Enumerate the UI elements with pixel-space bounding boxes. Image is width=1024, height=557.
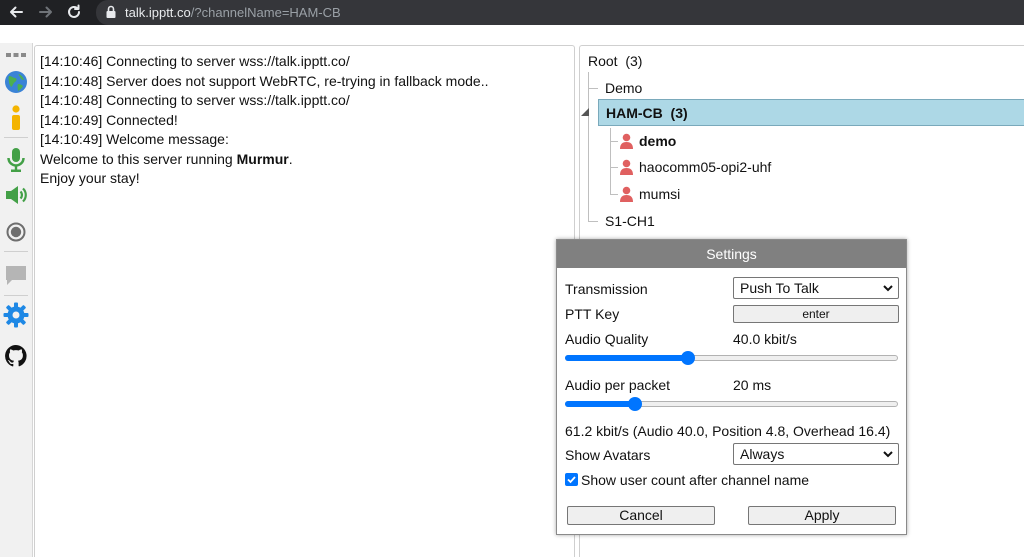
browser-toolbar: talk.ipptt.co/?channelName=HAM-CB: [0, 0, 1024, 25]
expand-triangle-icon[interactable]: [580, 107, 590, 117]
speaker-icon[interactable]: [3, 182, 29, 208]
user-haocomm[interactable]: haocomm05-opi2-uhf: [620, 158, 771, 176]
enjoy-message: Enjoy your stay!: [40, 170, 140, 186]
show-avatars-select[interactable]: Always: [733, 443, 899, 465]
toolbar-divider: [4, 295, 28, 296]
welcome-suffix: .: [288, 150, 293, 167]
show-user-count-label: Show user count after channel name: [581, 472, 810, 488]
user-icon: [620, 133, 633, 149]
lock-icon: [105, 5, 117, 24]
checkmark-icon: [567, 476, 576, 484]
more-icon[interactable]: [3, 45, 29, 65]
channel-ham-cb-selected[interactable]: HAM-CB (3): [598, 99, 1024, 126]
audio-quality-value: 40.0 kbit/s: [733, 331, 797, 347]
slider-fill: [565, 401, 635, 407]
slider-thumb[interactable]: [681, 351, 696, 365]
bitrate-summary: 61.2 kbit/s (Audio 40.0, Position 4.8, O…: [565, 423, 891, 439]
microphone-icon[interactable]: [3, 147, 29, 173]
globe-icon[interactable]: [3, 69, 29, 95]
channel-demo[interactable]: Demo: [605, 79, 642, 97]
url-host: talk.ipptt.co: [125, 5, 191, 20]
welcome-message: Welcome to this server running Murmur.: [40, 150, 569, 170]
cancel-button[interactable]: Cancel: [567, 506, 715, 525]
arrow-right-icon: [39, 6, 52, 18]
settings-dialog: Settings Transmission Push To Talk PTT K…: [556, 239, 907, 535]
channel-name: HAM-CB (3): [606, 104, 688, 122]
reload-icon: [68, 4, 80, 18]
chevron-down-icon: [883, 451, 893, 458]
url-path: /?channelName=HAM-CB: [190, 5, 341, 20]
tree-connector: [610, 128, 611, 194]
show-user-count-checkbox[interactable]: [565, 473, 578, 486]
toolbar-divider: [4, 251, 28, 252]
channel-s1-ch1[interactable]: S1-CH1: [605, 212, 655, 230]
user-demo[interactable]: demo: [620, 132, 676, 150]
tree-connector: [610, 167, 618, 168]
info-icon[interactable]: [3, 105, 29, 131]
reload-button[interactable]: [63, 1, 85, 23]
chevron-down-icon: [883, 285, 893, 292]
tree-connector: [588, 221, 598, 222]
user-name: haocomm05-opi2-uhf: [639, 159, 772, 175]
slider-thumb[interactable]: [627, 397, 642, 411]
transmission-label: Transmission: [565, 281, 648, 297]
apply-button[interactable]: Apply: [748, 506, 896, 525]
tree-connector: [588, 72, 589, 222]
user-mumsi[interactable]: mumsi: [620, 185, 680, 203]
audio-quality-slider[interactable]: [565, 350, 898, 366]
ptt-key-label: PTT Key: [565, 306, 620, 322]
toolbar-divider: [4, 137, 28, 138]
user-name: demo: [639, 133, 677, 149]
url-text[interactable]: talk.ipptt.co/?channelName=HAM-CB: [125, 5, 341, 20]
forward-button[interactable]: [35, 1, 57, 23]
chat-log: [14:10:46] Connecting to server wss://ta…: [34, 45, 575, 557]
dialog-title: Settings: [557, 240, 906, 268]
transmission-select[interactable]: Push To Talk: [733, 277, 899, 299]
selected-channel-name: HAM-CB: [606, 105, 663, 121]
log-line: [14:10:49] Welcome message:: [40, 131, 229, 147]
arrow-left-icon: [10, 6, 23, 18]
left-toolbar: [0, 43, 33, 557]
slider-fill: [565, 355, 689, 361]
audio-per-packet-slider[interactable]: [565, 396, 898, 412]
selected-channel-count: (3): [670, 105, 688, 121]
show-avatars-value: Always: [740, 446, 785, 462]
record-icon[interactable]: [3, 219, 29, 245]
back-button[interactable]: [5, 1, 27, 23]
server-software-name: Murmur: [236, 150, 289, 167]
log-line: [14:10:48] Server does not support WebRT…: [40, 72, 489, 89]
tree-connector: [610, 141, 618, 142]
audio-quality-label: Audio Quality: [565, 331, 649, 347]
chat-icon[interactable]: [3, 263, 29, 289]
log-line: [14:10:49] Connected!: [40, 111, 178, 128]
transmission-value: Push To Talk: [740, 280, 819, 296]
root-channel-name: Root: [588, 53, 618, 69]
settings-icon[interactable]: [3, 302, 29, 328]
user-name: mumsi: [639, 186, 681, 202]
welcome-prefix: Welcome to this server running: [40, 150, 237, 167]
github-icon[interactable]: [3, 343, 29, 369]
root-user-count: (3): [625, 53, 643, 69]
user-icon: [620, 159, 633, 175]
log-line: [14:10:46] Connecting to server wss://ta…: [40, 53, 350, 69]
audio-per-packet-value: 20 ms: [733, 377, 772, 393]
log-line: [14:10:48] Connecting to server wss://ta…: [40, 92, 350, 108]
root-channel[interactable]: Root (3): [588, 52, 642, 70]
tree-connector: [610, 194, 618, 195]
ptt-key-button[interactable]: enter: [733, 305, 899, 323]
show-avatars-label: Show Avatars: [565, 447, 651, 463]
user-icon: [620, 186, 633, 202]
audio-per-packet-label: Audio per packet: [565, 377, 671, 393]
tree-connector: [588, 88, 598, 89]
